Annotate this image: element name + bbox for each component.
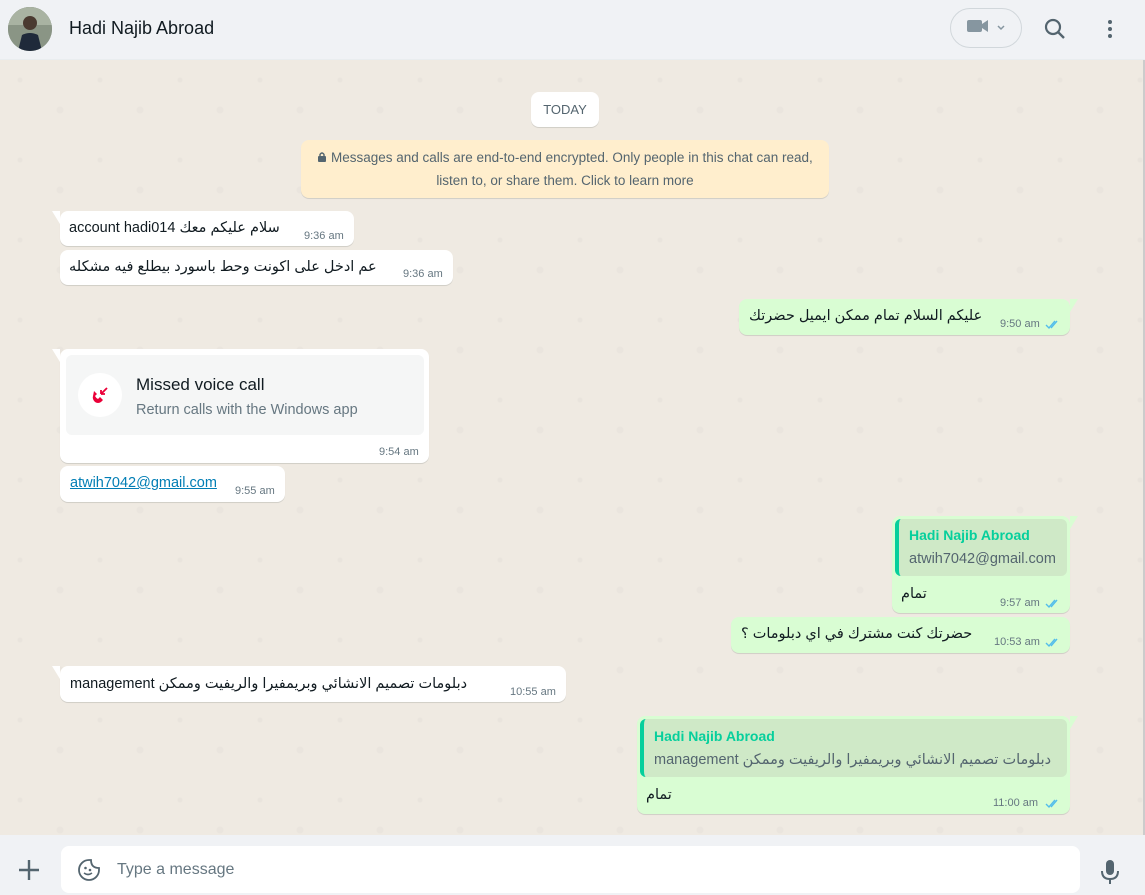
contact-avatar[interactable] bbox=[8, 7, 52, 51]
message-bubble[interactable]: atwih7042@gmail.com 9:55 am bbox=[60, 466, 285, 502]
encryption-notice[interactable]: Messages and calls are end-to-end encryp… bbox=[301, 140, 829, 198]
message-text: تمام bbox=[646, 787, 672, 803]
quoted-sender: Hadi Najib Abroad bbox=[654, 728, 775, 744]
quoted-text: atwih7042@gmail.com bbox=[909, 551, 1056, 567]
message-time: 9:36 am bbox=[304, 230, 344, 242]
double-check-icon bbox=[1045, 797, 1061, 813]
microphone-icon[interactable] bbox=[1099, 858, 1121, 886]
encryption-line1: Messages and calls are end-to-end encryp… bbox=[330, 150, 813, 165]
call-title: Missed voice call bbox=[136, 375, 265, 394]
message-bubble[interactable]: سلام عليكم معك account hadi014 9:36 am bbox=[52, 211, 354, 246]
message-time: 10:53 am bbox=[994, 636, 1040, 648]
message-text: تمام bbox=[901, 586, 927, 602]
reply-message-bubble[interactable]: Hadi Najib Abroad atwih7042@gmail.com تم… bbox=[892, 516, 1078, 613]
message-input[interactable] bbox=[117, 846, 1057, 893]
missed-call-card[interactable]: Missed voice call Return calls with the … bbox=[66, 355, 424, 435]
email-link[interactable]: atwih7042@gmail.com bbox=[70, 475, 217, 491]
quoted-message[interactable]: Hadi Najib Abroad دبلومات تصميم الانشائي… bbox=[640, 719, 1067, 777]
message-bubble[interactable]: عم ادخل على اكونت وحط باسورد بيطلع فيه م… bbox=[60, 250, 453, 285]
sticker-icon[interactable] bbox=[77, 858, 101, 882]
message-time: 9:55 am bbox=[235, 485, 275, 497]
date-chip: TODAY bbox=[531, 92, 599, 127]
message-text: عليكم السلام تمام ممكن ايميل حضرتك bbox=[749, 308, 983, 324]
quoted-text: دبلومات تصميم الانشائي وبريمفيرا والريفي… bbox=[654, 752, 1052, 768]
contact-name[interactable]: Hadi Najib Abroad bbox=[69, 18, 214, 39]
plus-icon[interactable] bbox=[16, 857, 42, 883]
encryption-line2: listen to, or share them. Click to learn… bbox=[436, 173, 694, 188]
message-text: حضرتك كنت مشترك في اي دبلومات ؟ bbox=[741, 626, 973, 642]
lock-icon bbox=[317, 150, 331, 165]
message-text: دبلومات تصميم الانشائي وبريمفيرا والريفي… bbox=[70, 676, 468, 692]
missed-call-icon bbox=[78, 373, 122, 417]
message-time: 9:50 am bbox=[1000, 318, 1040, 330]
chat-header: Hadi Najib Abroad bbox=[0, 0, 1145, 60]
message-text: سلام عليكم معك account hadi014 bbox=[69, 220, 280, 236]
quoted-message[interactable]: Hadi Najib Abroad atwih7042@gmail.com bbox=[895, 519, 1067, 576]
message-text: عم ادخل على اكونت وحط باسورد بيطلع فيه م… bbox=[69, 259, 377, 275]
compose-bar bbox=[0, 835, 1145, 895]
message-time: 10:55 am bbox=[510, 686, 556, 698]
message-bubble[interactable]: عليكم السلام تمام ممكن ايميل حضرتك 9:50 … bbox=[739, 299, 1078, 335]
kebab-menu-icon[interactable] bbox=[1097, 16, 1123, 42]
video-camera-icon bbox=[966, 18, 990, 39]
message-time: 9:57 am bbox=[1000, 597, 1040, 609]
conversation-panel[interactable]: TODAY Messages and calls are end-to-end … bbox=[0, 60, 1145, 835]
reply-message-bubble[interactable]: Hadi Najib Abroad دبلومات تصميم الانشائي… bbox=[637, 716, 1078, 814]
search-icon[interactable] bbox=[1042, 16, 1068, 42]
message-bubble[interactable]: حضرتك كنت مشترك في اي دبلومات ؟ 10:53 am bbox=[731, 617, 1070, 653]
double-check-icon bbox=[1045, 318, 1061, 334]
message-time: 11:00 am bbox=[993, 797, 1039, 809]
video-call-button[interactable] bbox=[950, 8, 1022, 48]
call-subtitle: Return calls with the Windows app bbox=[136, 402, 358, 418]
missed-call-bubble[interactable]: Missed voice call Return calls with the … bbox=[52, 349, 429, 463]
message-time: 9:54 am bbox=[379, 446, 419, 458]
double-check-icon bbox=[1045, 597, 1061, 613]
message-time: 9:36 am bbox=[403, 268, 443, 280]
chevron-down-icon bbox=[996, 19, 1006, 37]
message-bubble[interactable]: دبلومات تصميم الانشائي وبريمفيرا والريفي… bbox=[52, 666, 566, 702]
double-check-icon bbox=[1045, 636, 1061, 652]
quoted-sender: Hadi Najib Abroad bbox=[909, 527, 1030, 543]
message-input-box bbox=[61, 846, 1080, 893]
